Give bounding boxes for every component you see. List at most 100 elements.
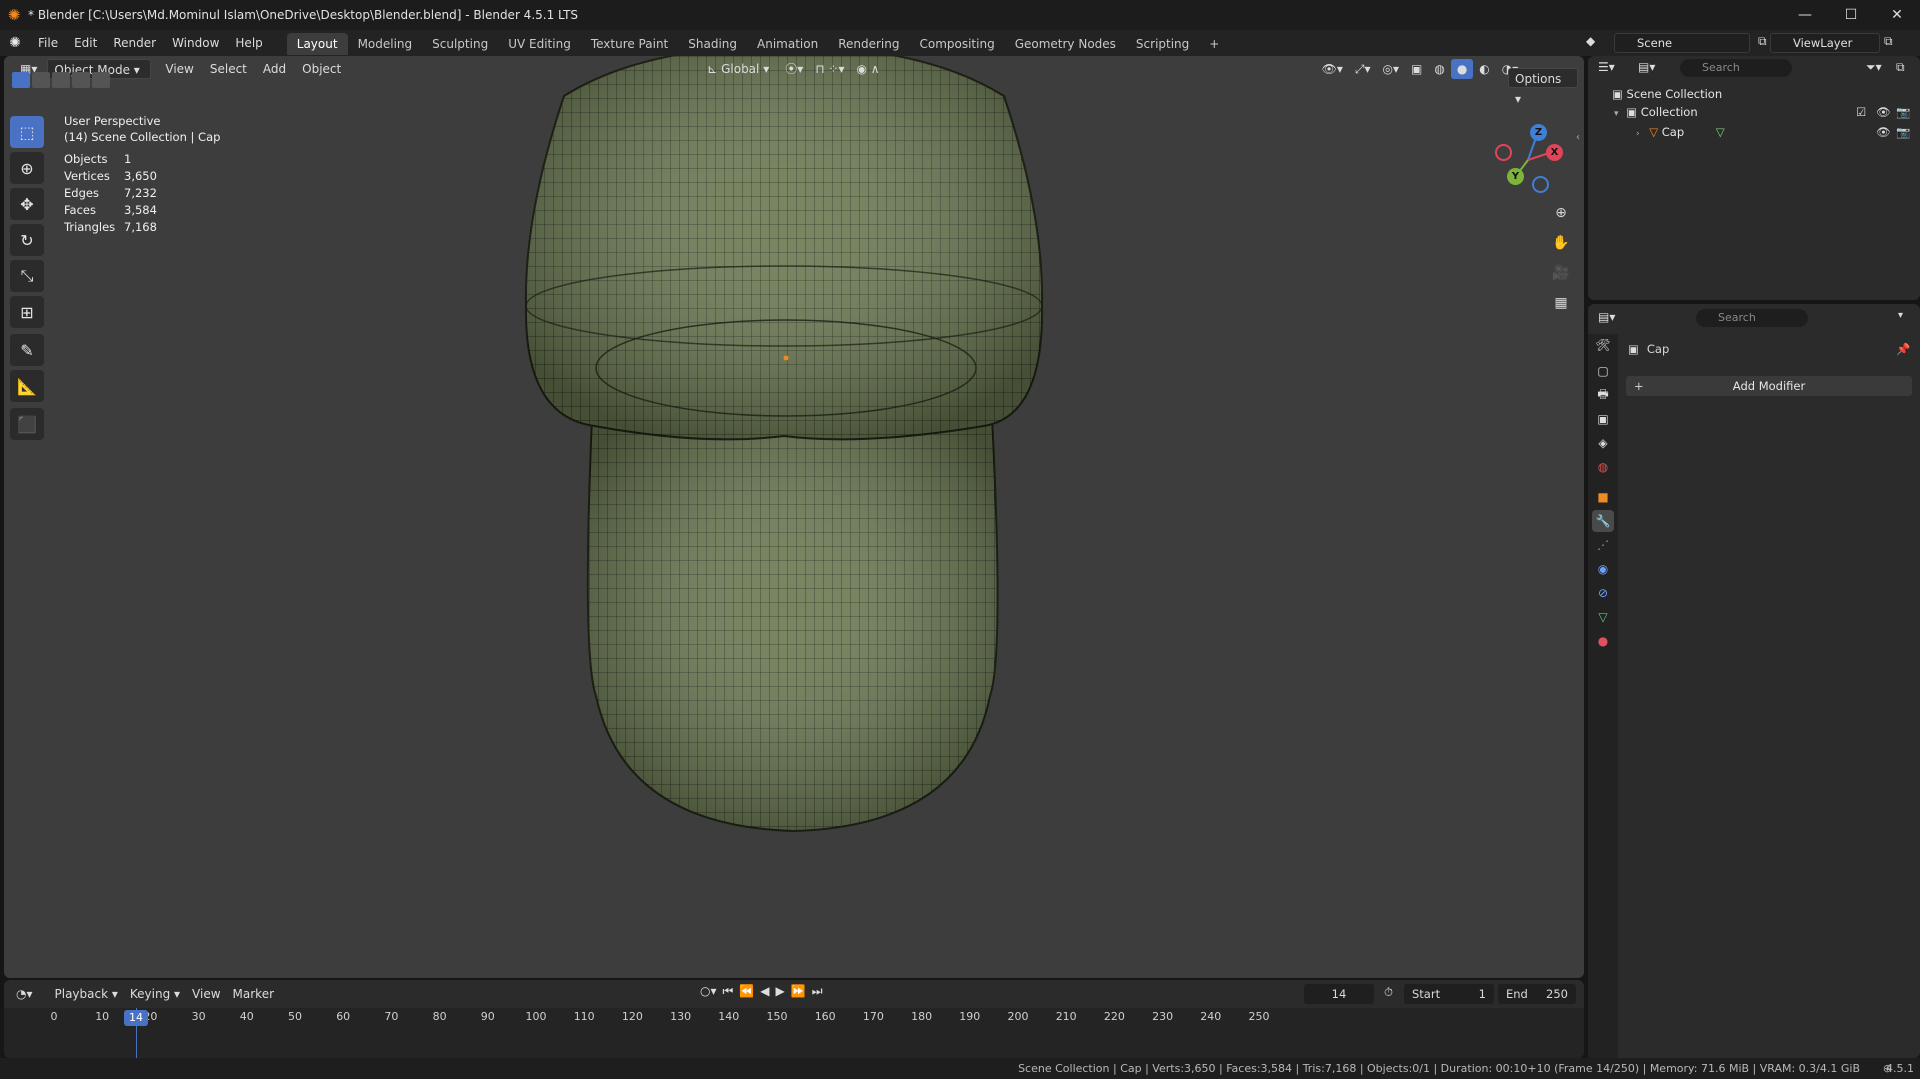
mesh-data-icon[interactable]: ▽	[1716, 125, 1725, 139]
playhead-frame-indicator[interactable]: 14	[124, 1010, 148, 1026]
outliner-row-collection[interactable]: ▾ ▣ Collection ☑ 👁 📷	[1588, 102, 1920, 122]
tab-sculpting[interactable]: Sculpting	[422, 33, 498, 55]
move-tool-icon[interactable]: ✥	[10, 188, 44, 220]
particles-tab-icon[interactable]: ⋰	[1592, 534, 1614, 556]
properties-search-input[interactable]: Search	[1696, 309, 1808, 327]
exclude-checkbox-icon[interactable]: ☑	[1856, 102, 1866, 122]
menu-render[interactable]: Render	[105, 30, 164, 56]
view-layer-tab-icon[interactable]: ▣	[1592, 408, 1614, 430]
xray-icon[interactable]: ▣	[1405, 59, 1428, 79]
display-mode-icon[interactable]: ▤▾	[1638, 60, 1655, 74]
tool-tab-icon[interactable]: 🛠	[1592, 334, 1614, 356]
menu-select[interactable]: Select	[204, 59, 253, 79]
cursor-tool-icon[interactable]: ⊕	[10, 152, 44, 184]
tab-texture-paint[interactable]: Texture Paint	[581, 33, 678, 55]
ortho-grid-icon[interactable]: ▦	[1548, 290, 1574, 316]
properties-editor-icon[interactable]: ▤▾	[1598, 310, 1615, 324]
snap-icon[interactable]: ⊓ ⁘▾	[809, 59, 850, 79]
cap-mesh-lower[interactable]	[586, 415, 999, 833]
new-view-layer-icon[interactable]: ⧉	[1884, 34, 1902, 52]
new-collection-icon[interactable]: ⧉	[1896, 60, 1905, 75]
sidebar-toggle-icon[interactable]: ‹	[1576, 132, 1580, 143]
measure-tool-icon[interactable]: 📐	[10, 370, 44, 402]
view-layer-selector[interactable]: ViewLayer	[1770, 33, 1880, 53]
world-tab-icon[interactable]: ◍	[1592, 456, 1614, 478]
select-subtract-icon[interactable]	[52, 72, 70, 88]
overlay-toggle-icon[interactable]: ◎▾	[1376, 59, 1405, 79]
modifier-tab-icon[interactable]: 🔧	[1592, 510, 1614, 532]
menu-file[interactable]: File	[30, 30, 66, 56]
tab-uv-editing[interactable]: UV Editing	[498, 33, 581, 55]
shading-wireframe-icon[interactable]: ◍	[1428, 59, 1450, 79]
minimize-button[interactable]: —	[1782, 0, 1828, 30]
select-intersect-icon[interactable]	[92, 72, 110, 88]
add-cube-tool-icon[interactable]: ⬛	[10, 408, 44, 440]
maximize-button[interactable]: ☐	[1828, 0, 1874, 30]
cap-mesh-upper[interactable]	[524, 56, 1044, 441]
constraints-tab-icon[interactable]: ⊘	[1592, 582, 1614, 604]
tab-geometry-nodes[interactable]: Geometry Nodes	[1005, 33, 1126, 55]
menu-help[interactable]: Help	[227, 30, 270, 56]
menu-edit[interactable]: Edit	[66, 30, 105, 56]
zoom-icon[interactable]: ⊕	[1548, 200, 1574, 226]
cap-render-camera-icon[interactable]: 📷	[1896, 122, 1910, 142]
camera-view-icon[interactable]: 🎥	[1548, 260, 1574, 286]
scene-icon[interactable]: ◆	[1586, 34, 1606, 52]
material-tab-icon[interactable]: ●	[1592, 630, 1614, 652]
gizmo-toggle-icon[interactable]: ⤢▾	[1349, 59, 1377, 79]
output-tab-icon[interactable]: 🖶	[1592, 384, 1614, 406]
gizmo-neg-z[interactable]	[1532, 176, 1549, 193]
outliner-editor-icon[interactable]: ☰▾	[1598, 60, 1615, 74]
pivot-icon[interactable]: ⦿▾	[779, 59, 809, 79]
tab-modeling[interactable]: Modeling	[348, 33, 423, 55]
select-new-icon[interactable]	[12, 72, 30, 88]
add-workspace-button[interactable]: +	[1199, 33, 1229, 55]
menu-window[interactable]: Window	[164, 30, 227, 56]
gizmo-neg-x[interactable]	[1495, 144, 1512, 161]
menu-add[interactable]: Add	[257, 59, 292, 79]
shading-solid-icon[interactable]: ●	[1450, 59, 1474, 79]
tab-scripting[interactable]: Scripting	[1126, 33, 1199, 55]
outliner-search-input[interactable]: Search	[1680, 59, 1792, 77]
object-tab-icon[interactable]: ■	[1592, 486, 1614, 508]
collapse-chevron-icon[interactable]: ▾	[1614, 109, 1619, 119]
scene-tab-icon[interactable]: ◈	[1592, 432, 1614, 454]
expand-chevron-icon[interactable]: ›	[1636, 129, 1640, 139]
tab-layout[interactable]: Layout	[286, 33, 348, 55]
pan-hand-icon[interactable]: ✋	[1548, 230, 1574, 256]
collection-render-camera-icon[interactable]: 📷	[1896, 102, 1910, 122]
tab-rendering[interactable]: Rendering	[828, 33, 909, 55]
properties-options-icon[interactable]: ▾	[1898, 310, 1903, 321]
tab-shading[interactable]: Shading	[678, 33, 747, 55]
menu-object[interactable]: Object	[296, 59, 347, 79]
gizmo-z-axis[interactable]: Z	[1530, 124, 1547, 141]
3d-viewport[interactable]: ▦▾ Object Mode ▾ View Select Add Object …	[4, 56, 1584, 978]
scale-tool-icon[interactable]: ⤡	[10, 260, 44, 292]
outliner-row-scene-collection[interactable]: ▣ Scene Collection	[1588, 84, 1920, 104]
render-tab-icon[interactable]: ▢	[1592, 360, 1614, 382]
menu-view[interactable]: View	[159, 59, 199, 79]
outliner-row-cap[interactable]: › ▽ Cap ▽ 👁 📷	[1588, 122, 1920, 142]
visibility-icon[interactable]: 👁▾	[1316, 59, 1349, 79]
transform-tool-icon[interactable]: ⊞	[10, 296, 44, 328]
proportional-edit-icon[interactable]: ◉ ∧	[851, 59, 886, 79]
transform-orientation[interactable]: ⊾ Global ▾	[701, 59, 775, 79]
data-tab-icon[interactable]: ▽	[1592, 606, 1614, 628]
tab-animation[interactable]: Animation	[747, 33, 828, 55]
navigation-gizmo[interactable]: Z X Y	[1494, 122, 1566, 194]
gizmo-x-axis[interactable]: X	[1546, 144, 1563, 161]
cap-visibility-eye-icon[interactable]: 👁	[1876, 122, 1891, 142]
tab-compositing[interactable]: Compositing	[909, 33, 1004, 55]
rotate-tool-icon[interactable]: ↻	[10, 224, 44, 256]
physics-tab-icon[interactable]: ◉	[1592, 558, 1614, 580]
select-invert-icon[interactable]	[72, 72, 90, 88]
gizmo-y-axis[interactable]: Y	[1507, 168, 1524, 185]
shading-material-icon[interactable]: ◐	[1473, 59, 1495, 79]
select-extend-icon[interactable]	[32, 72, 50, 88]
add-modifier-button[interactable]: + Add Modifier	[1626, 376, 1912, 396]
pin-icon[interactable]: 📌	[1896, 342, 1910, 356]
filter-icon[interactable]: ⏷▾	[1866, 60, 1882, 75]
viewport-canvas[interactable]	[4, 56, 1584, 978]
collection-visibility-eye-icon[interactable]: 👁	[1876, 102, 1891, 122]
blender-menu-icon[interactable]: ✺	[0, 35, 30, 51]
